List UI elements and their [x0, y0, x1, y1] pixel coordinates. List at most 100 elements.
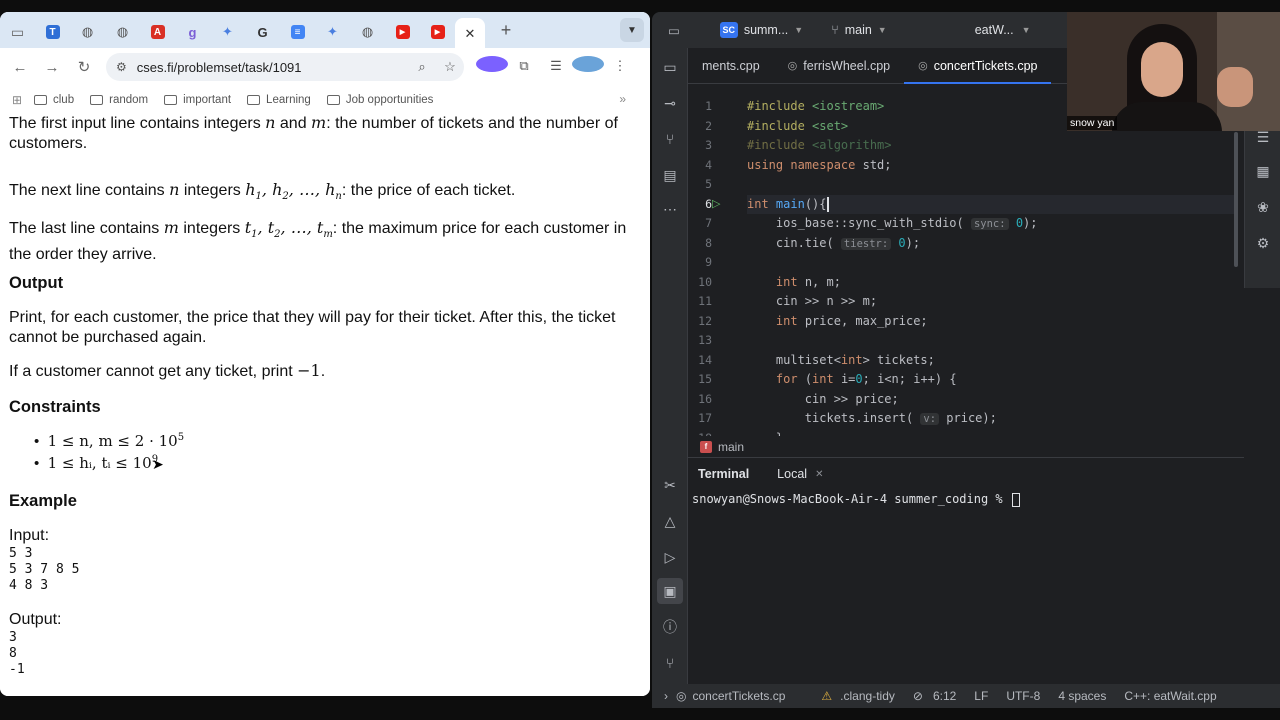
- commit-icon[interactable]: ⊸: [661, 94, 679, 112]
- tab-active-close[interactable]: ✕: [455, 18, 485, 50]
- terminal-icon[interactable]: ▣: [657, 578, 683, 604]
- tab-concerttickets-cpp[interactable]: ◎ concertTickets.cpp: [904, 48, 1052, 84]
- chevron-down-icon: ▼: [627, 24, 637, 36]
- problems-icon[interactable]: ⓘ: [661, 618, 679, 636]
- status-bar: › ◎ concertTickets.cp ⚠ .clang-tidy ⊘ 6:…: [652, 684, 1280, 708]
- globe-icon: ◍: [361, 24, 374, 39]
- window-icon: ▭: [10, 23, 25, 40]
- tab-globe-2[interactable]: ◍: [105, 18, 140, 46]
- terminal-prompt: snowyan@Snows-MacBook-Air-4 summer_codin…: [692, 492, 1010, 506]
- breadcrumb-item-main[interactable]: main: [718, 440, 744, 454]
- bookmark-random[interactable]: random: [90, 94, 148, 106]
- reading-list-icon[interactable]: ☰: [540, 58, 572, 74]
- output-heading: Output: [9, 274, 64, 292]
- editor-scrollbar[interactable]: [1234, 132, 1238, 267]
- git-icon[interactable]: ⑂: [661, 654, 679, 672]
- close-icon[interactable]: ✕: [815, 469, 823, 480]
- globe-icon: ◍: [81, 24, 94, 39]
- more-icon[interactable]: ⋯: [661, 200, 679, 218]
- bookmarks-overflow-button[interactable]: »: [619, 92, 626, 106]
- run-icon[interactable]: ▷: [661, 548, 679, 566]
- example-heading: Example: [9, 492, 77, 510]
- cpp-file-icon: ◎: [676, 689, 687, 703]
- bookmark-club[interactable]: club: [34, 94, 74, 106]
- bookmark-important[interactable]: important: [164, 94, 231, 106]
- project-badge[interactable]: SC: [719, 22, 738, 38]
- sidebar-toggle-icon[interactable]: ▭: [668, 23, 680, 38]
- youtube-icon: ▶: [395, 25, 410, 39]
- example-output-label: Output:: [9, 611, 62, 628]
- url-text[interactable]: cses.fi/problemset/task/1091: [137, 60, 408, 75]
- profile-avatar[interactable]: [572, 56, 604, 75]
- status-file[interactable]: concertTickets.cp: [692, 689, 785, 703]
- tab-ments-cpp[interactable]: ments.cpp: [688, 48, 774, 84]
- zoom-icon[interactable]: ⌕: [408, 59, 436, 75]
- ai-assistant-icon[interactable]: ❀: [1254, 198, 1272, 216]
- status-context[interactable]: C++: eatWait.cpp: [1124, 689, 1216, 703]
- branch-icon: ⑂: [831, 23, 839, 37]
- example-input-label: Input:: [9, 527, 50, 544]
- terminal-title[interactable]: Terminal: [698, 467, 749, 481]
- google-icon: G: [257, 24, 268, 40]
- status-encoding[interactable]: UTF-8: [1006, 689, 1040, 703]
- reload-button[interactable]: ↻: [68, 58, 100, 76]
- run-config-name[interactable]: eatW...: [975, 23, 1014, 37]
- notifications-icon[interactable]: ▦: [1254, 162, 1272, 180]
- tab-pdf[interactable]: A: [140, 18, 175, 46]
- forward-button[interactable]: →: [36, 59, 68, 76]
- warning-icon[interactable]: △: [661, 512, 679, 530]
- status-inspection[interactable]: .clang-tidy: [840, 689, 895, 703]
- terminal-body[interactable]: snowyan@Snows-MacBook-Air-4 summer_codin…: [692, 492, 1020, 507]
- back-button[interactable]: ←: [4, 59, 36, 76]
- tab-docs[interactable]: ≡: [280, 18, 315, 46]
- webcam-name-label: snow yan: [1067, 116, 1118, 130]
- terminal-tab-local[interactable]: Local: [777, 467, 807, 481]
- tab-ferriswheel-cpp[interactable]: ◎ ferrisWheel.cpp: [774, 48, 904, 84]
- run-gutter-icon[interactable]: ▷: [712, 197, 720, 210]
- pull-request-icon[interactable]: ⑂: [661, 130, 679, 148]
- project-name[interactable]: summ...: [744, 23, 788, 37]
- tab-google[interactable]: G: [245, 18, 280, 46]
- tab-window[interactable]: ▭: [0, 18, 35, 46]
- tab-gist[interactable]: g: [175, 18, 210, 46]
- puzzle-icon[interactable]: ⧉: [508, 58, 540, 74]
- new-tab-button[interactable]: +: [491, 20, 521, 41]
- bookmark-job-opportunities[interactable]: Job opportunities: [326, 94, 433, 106]
- youtube-icon: ▶: [430, 25, 445, 39]
- output-description: Print, for each customer, the price that…: [9, 309, 616, 346]
- warning-icon[interactable]: ⚠: [821, 689, 832, 703]
- no-access-icon[interactable]: ⊘: [913, 689, 923, 703]
- tab-youtube-2[interactable]: ▶: [420, 18, 455, 46]
- tab-search-dropdown[interactable]: ▼: [620, 18, 644, 42]
- right-tool-strip: ☰ ▦ ❀ ⚙: [1244, 122, 1280, 288]
- site-info-icon[interactable]: ⚙: [116, 60, 127, 74]
- bookmark-star-icon[interactable]: ☆: [436, 59, 464, 75]
- tab-t[interactable]: T: [35, 18, 70, 46]
- folder-icon: [326, 95, 340, 105]
- tab-globe-1[interactable]: ◍: [70, 18, 105, 46]
- structure-icon[interactable]: ▤: [661, 166, 679, 184]
- chevron-down-icon: ▼: [877, 25, 887, 35]
- folder-icon[interactable]: ▭: [661, 58, 679, 76]
- close-icon[interactable]: ✕: [465, 26, 476, 42]
- bookmark-learning[interactable]: Learning: [247, 94, 311, 106]
- build-icon[interactable]: ✂: [661, 476, 679, 494]
- tab-gemini-1[interactable]: ✦: [210, 18, 245, 46]
- terminal-cursor: [1011, 492, 1020, 507]
- tab-gemini-2[interactable]: ✦: [315, 18, 350, 46]
- apps-icon[interactable]: ⊞: [0, 93, 34, 107]
- status-position[interactable]: 6:12: [933, 689, 956, 703]
- tab-globe-3[interactable]: ◍: [350, 18, 385, 46]
- menu-icon[interactable]: ⋮: [604, 58, 636, 74]
- extension-icon[interactable]: [476, 56, 508, 75]
- folder-icon: [90, 95, 104, 105]
- status-indent[interactable]: 4 spaces: [1058, 689, 1106, 703]
- branch-name[interactable]: main: [845, 23, 872, 37]
- copilot-icon[interactable]: ⚙: [1254, 234, 1272, 252]
- example-output: 3 8 -1: [9, 630, 25, 677]
- address-bar[interactable]: ⚙ cses.fi/problemset/task/1091 ⌕ ☆: [106, 53, 464, 81]
- status-line-separator[interactable]: LF: [974, 689, 988, 703]
- code-editor[interactable]: #include <iostream> #include <set> #incl…: [747, 84, 1237, 444]
- tab-youtube-1[interactable]: ▶: [385, 18, 420, 46]
- browser-toolbar: ← → ↻ ⚙ cses.fi/problemset/task/1091 ⌕ ☆…: [0, 48, 650, 86]
